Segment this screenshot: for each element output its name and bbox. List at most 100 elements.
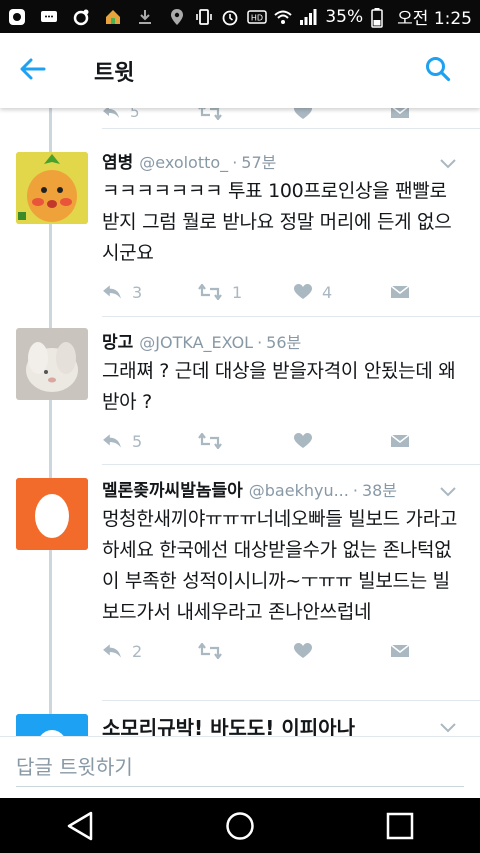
triangle-back-icon <box>67 811 93 840</box>
like-button[interactable] <box>294 108 390 120</box>
heart-icon <box>294 433 312 448</box>
separator-dot: · <box>352 481 358 500</box>
home-app-icon <box>104 8 122 26</box>
chevron-down-icon <box>440 487 456 497</box>
nav-home-button[interactable] <box>210 798 270 853</box>
username[interactable]: @baekhyu... <box>249 481 349 500</box>
previous-tweet-actions: 5 <box>102 108 432 122</box>
dm-button[interactable] <box>390 108 410 120</box>
reply-button[interactable]: 3 <box>102 283 198 302</box>
heart-icon <box>294 108 312 119</box>
reply-button[interactable]: 2 <box>102 642 198 661</box>
timestamp: 57분 <box>241 153 277 172</box>
message-icon <box>40 8 58 26</box>
search-icon <box>425 56 451 86</box>
ring-icon <box>72 8 90 26</box>
retweet-count: 1 <box>232 282 243 302</box>
default-egg-avatar <box>16 478 88 550</box>
location-icon <box>168 8 186 26</box>
avatar[interactable] <box>16 152 88 224</box>
square-recents-icon <box>386 812 414 839</box>
tweet-body: 망고 @JOTKA_EXOL · 56분 그래쪄 ? 근데 대상을 받을자격이 … <box>102 328 462 456</box>
display-name[interactable]: 멜론좆까씨발놈들아 <box>102 476 243 501</box>
app-bar: 트윗 <box>0 33 480 108</box>
tweet-body: 멜론좆까씨발놈들아 @baekhyu... · 38분 멍청한새끼야ㅠㅠㅠ너네오… <box>102 476 462 666</box>
svg-text:HD: HD <box>251 13 263 22</box>
tweet-header: 멜론좆까씨발놈들아 @baekhyu... · 38분 <box>102 476 462 501</box>
retweet-button[interactable] <box>198 433 294 449</box>
timestamp: 56분 <box>266 333 302 352</box>
chevron-down-icon <box>440 723 456 733</box>
retweet-icon <box>198 433 222 449</box>
separator-dot: · <box>232 153 238 172</box>
avatar[interactable] <box>16 478 88 550</box>
tweet-menu-button[interactable] <box>440 482 456 501</box>
envelope-icon <box>390 285 410 298</box>
clock: 오전 1:25 <box>397 9 472 29</box>
retweet-button[interactable] <box>198 643 294 659</box>
display-name[interactable]: 망고 <box>102 328 133 353</box>
display-name[interactable]: 염병 <box>102 148 133 173</box>
nav-back-button[interactable] <box>50 798 110 853</box>
battery-icon <box>371 7 389 28</box>
avatar[interactable] <box>16 328 88 400</box>
username[interactable]: @exolotto_ <box>139 153 228 172</box>
retweet-icon <box>198 284 222 300</box>
divider <box>102 464 480 465</box>
tweet-text: 멍청한새끼야ㅠㅠㅠ너네오빠들 빌보드 가라고 하세요 한국에선 대상받을수가 없… <box>102 508 458 623</box>
back-arrow-icon <box>20 58 46 84</box>
reply-button[interactable]: 5 <box>102 108 198 121</box>
username[interactable]: @JOTKA_EXOL <box>139 333 253 352</box>
like-button[interactable] <box>294 433 390 449</box>
like-button[interactable] <box>294 643 390 659</box>
like-button[interactable]: 4 <box>294 283 390 302</box>
chevron-down-icon <box>440 159 456 169</box>
hd-icon: HD <box>247 8 268 26</box>
dm-button[interactable] <box>390 643 410 659</box>
system-nav-bar <box>0 798 480 853</box>
tweet-menu-button[interactable] <box>440 718 456 736</box>
timestamp: 38분 <box>361 481 398 500</box>
reply-input[interactable] <box>16 747 464 787</box>
tweet-thread: 5 염병 @exolotto_ · 57분 ㅋㅋㅋㅋㅋㅋㅋ 투표 100프로인상… <box>0 108 480 736</box>
heart-icon <box>294 284 312 299</box>
status-bar: HD 35% 오전 1:25 <box>0 0 480 33</box>
retweet-button[interactable] <box>198 108 294 120</box>
retweet-button[interactable]: 1 <box>198 283 294 302</box>
search-button[interactable] <box>418 51 458 91</box>
tweet-header: 염병 @exolotto_ · 57분 <box>102 148 462 173</box>
reply-button[interactable]: 5 <box>102 432 198 451</box>
tweet-body: 염병 @exolotto_ · 57분 ㅋㅋㅋㅋㅋㅋㅋ 투표 100프로인상을 … <box>102 148 462 307</box>
dm-button[interactable] <box>390 284 410 300</box>
envelope-icon <box>390 644 410 657</box>
retweet-icon <box>198 108 222 120</box>
default-egg-avatar <box>16 714 88 736</box>
tweet-header: 망고 @JOTKA_EXOL · 56분 <box>102 328 462 353</box>
signal-icon <box>299 8 317 26</box>
tweet-body: 소모리규박! 바도도! 이피아나 <box>102 712 462 736</box>
tweet-text: ㅋㅋㅋㅋㅋㅋㅋ 투표 100프로인상을 팬빨로 받지 그럼 뭘로 받나요 정말 … <box>102 180 452 264</box>
tweet-menu-button[interactable] <box>440 154 456 173</box>
reply-count: 5 <box>132 431 143 451</box>
display-name[interactable]: 소모리규박! 바도도! 이피아나 <box>102 712 355 736</box>
nav-recents-button[interactable] <box>370 798 430 853</box>
app-notification-icon <box>8 8 26 26</box>
heart-icon <box>294 643 312 658</box>
tweet-header: 소모리규박! 바도도! 이피아나 <box>102 712 462 736</box>
like-count: 4 <box>322 282 333 302</box>
retweet-icon <box>198 643 222 659</box>
wifi-icon <box>273 8 293 26</box>
reply-composer <box>0 736 480 798</box>
divider <box>102 128 480 129</box>
reply-icon <box>103 285 121 299</box>
tweet-actions: 2 <box>102 636 462 666</box>
back-button[interactable] <box>20 46 70 96</box>
download-icon <box>136 8 154 26</box>
dm-button[interactable] <box>390 433 410 449</box>
avatar[interactable] <box>16 714 88 736</box>
tweet-actions: 5 <box>102 426 462 456</box>
reply-count: 5 <box>130 108 140 121</box>
divider <box>102 700 480 701</box>
reply-count: 2 <box>132 641 143 661</box>
vibrate-icon <box>195 8 213 26</box>
